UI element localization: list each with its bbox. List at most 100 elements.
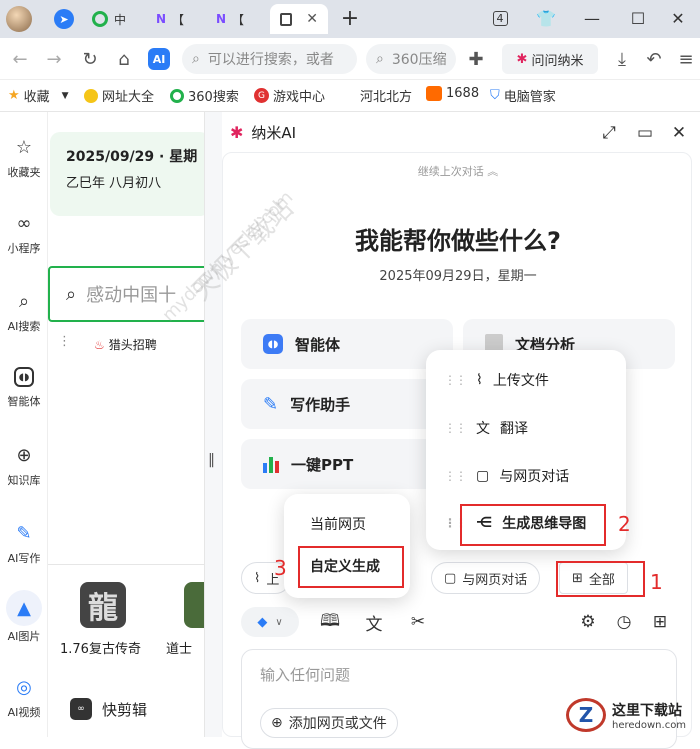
sidebar-item-label: AI写作 [7, 552, 41, 565]
close-panel-icon[interactable]: ✕ [668, 122, 690, 144]
bookmark-2[interactable]: 360搜索 [170, 86, 239, 105]
sidebar-item-label: AI视频 [7, 706, 41, 719]
submenu-current-page[interactable]: 当前网页 [310, 514, 366, 534]
web-chat-pill[interactable]: ▢ 与网页对话 [431, 562, 541, 594]
undo-icon[interactable]: ↶ [642, 47, 666, 71]
card-writing[interactable]: ✎ 写作助手 [241, 379, 453, 429]
drag-handle-icon[interactable]: ⋮⋮ [444, 373, 467, 387]
sidebar-item-ai-video[interactable]: ◎ AI视频 [0, 676, 48, 720]
menu-item-upload[interactable]: ⋮⋮ ⌇ 上传文件 [444, 370, 549, 390]
history-icon[interactable]: ◷ [613, 611, 635, 633]
add-file-button[interactable]: ⊕ 添加网页或文件 [260, 708, 398, 738]
game-card-1[interactable]: 龍 1.76复古传奇 [60, 582, 150, 657]
background-page: 2025/09/29 · 星期 乙巳年 八月初八 ⌕ 感动中国十 ⋮ ♨ 猎头招… [48, 112, 204, 737]
new-tab-icon[interactable]: + [336, 6, 364, 31]
menu-item-webchat[interactable]: ⋮⋮ ▢ 与网页对话 [444, 466, 569, 486]
app-link[interactable]: ∞ 快剪辑 [70, 698, 147, 720]
bookmark-label: 网址大全 [102, 90, 155, 105]
home-icon[interactable]: ⌂ [112, 47, 136, 71]
extension-icon[interactable]: ✚ [464, 47, 488, 71]
menu-item-label: 上传文件 [492, 373, 549, 389]
bookmark-6[interactable]: ⛉ 电脑管家 [490, 86, 556, 105]
sidebar-item-knowledge[interactable]: ⊕ 知识库 [0, 444, 48, 488]
forward-icon[interactable]: → [42, 47, 66, 71]
page-title: 我能帮你做些什么? [355, 227, 561, 255]
nami-ask-button[interactable]: ✱ 问问纳米 [502, 44, 598, 74]
model-icon: ◆ [257, 614, 268, 630]
360-browser-icon [92, 11, 108, 27]
download-icon[interactable]: ⤓ [610, 47, 634, 71]
bookmark-1[interactable]: 网址大全 [84, 86, 154, 105]
corner-logo-url: heredown.com [612, 719, 687, 731]
secondary-search[interactable]: ⌕ 360压缩 [366, 44, 456, 74]
sidebar-item-ai-image[interactable]: ▲ AI图片 [0, 590, 48, 644]
card-ppt[interactable]: 一键PPT [241, 439, 453, 489]
shirt-icon[interactable]: 👕 [532, 6, 560, 30]
ai-button[interactable]: AI [148, 48, 170, 70]
shield-icon: ⛉ [490, 88, 500, 103]
model-selector[interactable]: ◆ ∨ [241, 607, 299, 637]
card-agent[interactable]: ◖◗ 智能体 [241, 319, 453, 369]
tab-2[interactable]: N 【 [156, 4, 184, 34]
continue-conversation-link[interactable]: 继续上次对话 ︽ [223, 163, 693, 179]
sidebar-item-mini-program[interactable]: ∞ 小程序 [0, 212, 48, 256]
sidebar-item-label: 智能体 [7, 395, 41, 408]
date-card: 2025/09/29 · 星期 乙巳年 八月初八 [50, 132, 204, 216]
more-dots-icon[interactable]: ⋮ [58, 334, 71, 349]
drag-handle-icon[interactable]: ⋮⋮ [444, 469, 467, 483]
sidebar-item-agent[interactable]: ◖◗ 智能体 [0, 367, 48, 409]
tab-1[interactable]: 中 [92, 4, 126, 34]
ai-search-icon: ⌕ [18, 290, 30, 312]
new-note-icon[interactable]: ⊞ [649, 611, 671, 633]
chat-icon: ▢ [444, 570, 457, 586]
bookmark-label: 电脑管家 [503, 90, 556, 105]
close-window-icon[interactable]: ✕ [664, 6, 692, 30]
bookmark-5[interactable]: 1688 [426, 86, 479, 101]
sidebar-item-favorites[interactable]: ☆ 收藏夹 [0, 136, 48, 180]
search-icon: ⌕ [192, 51, 200, 67]
menu-item-translate[interactable]: ⋮⋮ 文 翻译 [444, 418, 528, 438]
date-text: 2025/09/29 · 星期 [66, 149, 198, 165]
tab-active[interactable]: ✕ [270, 4, 328, 34]
game-card-2[interactable]: 道士 [166, 582, 204, 657]
bookmark-4[interactable]: 河北北方 [360, 86, 412, 105]
translate-icon[interactable]: 文 [363, 611, 385, 635]
ai-button-label: AI [152, 52, 166, 66]
annotation-number-1: 1 [650, 570, 663, 594]
submenu-label: 当前网页 [310, 517, 366, 533]
book-icon[interactable]: 🕮 [319, 611, 341, 633]
menu-icon[interactable]: ≡ [674, 47, 698, 71]
tab-2-label: 【 [172, 12, 185, 27]
close-tab-icon[interactable]: ✕ [306, 11, 318, 27]
feedback-icon[interactable]: ▭ [634, 122, 656, 144]
bookmark-3[interactable]: G 游戏中心 [254, 86, 325, 105]
refresh-icon[interactable]: ↻ [78, 47, 102, 71]
scissors-icon[interactable]: ✂ [407, 611, 429, 633]
add-file-label: 添加网页或文件 [288, 716, 387, 732]
card-label: 写作助手 [290, 395, 351, 414]
sidebar-item-ai-write[interactable]: ✎ AI写作 [0, 522, 48, 566]
sidebar-item-ai-search[interactable]: ⌕ AI搜索 [0, 290, 48, 334]
bookmark-favorites[interactable]: ★ 收藏 ▼ [8, 86, 69, 105]
maximize-icon[interactable]: ☐ [624, 6, 652, 30]
panel-resize-handle[interactable]: ‖ [204, 112, 222, 737]
game-title: 道士 [166, 642, 193, 657]
menu-item-label: 翻译 [500, 421, 528, 437]
sidebar-item-label: 知识库 [7, 474, 41, 487]
settings-icon[interactable]: ⚙ [577, 611, 599, 633]
browser-logo-icon[interactable]: ➤ [54, 9, 74, 29]
ai-video-icon: ◎ [16, 676, 32, 698]
address-search-input[interactable]: ⌕ 可以进行搜索，或者 [182, 44, 357, 74]
avatar[interactable] [6, 6, 32, 32]
back-icon[interactable]: ← [8, 47, 32, 71]
recruit-link[interactable]: ♨ 猎头招聘 [94, 336, 157, 353]
page-icon [280, 12, 293, 26]
bookmark-label: 360搜索 [188, 90, 239, 105]
tab-count-button[interactable]: 4 [486, 6, 514, 30]
minimize-icon[interactable]: — [578, 6, 606, 30]
tab-3[interactable]: N 【 [216, 4, 244, 34]
continue-label: 继续上次对话 [417, 165, 484, 178]
expand-icon[interactable]: ⤢ [598, 122, 620, 144]
drag-handle-icon[interactable]: ⋮⋮ [444, 421, 467, 435]
menu-item-label: 与网页对话 [499, 469, 570, 485]
